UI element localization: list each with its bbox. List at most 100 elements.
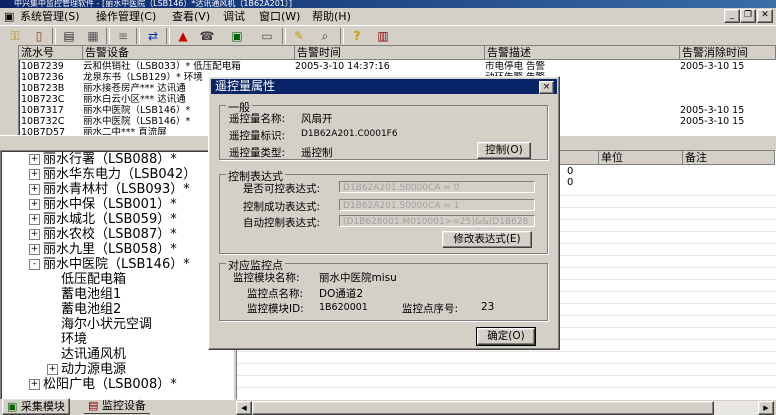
type-label: 遥控量类型: xyxy=(229,147,286,159)
controllable-expression-field[interactable]: D1B62A201.S0000CA = 0 xyxy=(339,181,535,193)
tree-node[interactable]: + 动力源电源 xyxy=(47,362,126,377)
pencil-icon[interactable]: ✎ xyxy=(288,28,310,44)
tree-node-label: 蓄电池组2 xyxy=(61,302,122,317)
tree-node[interactable]: 蓄电池组1 xyxy=(61,287,121,302)
module-icon: ▣ xyxy=(7,400,18,413)
restore-icon[interactable]: ❐ xyxy=(740,9,756,23)
modify-expression-button[interactable]: 修改表达式(E) xyxy=(442,231,532,248)
alarm-cell: 10B7239 xyxy=(21,61,64,72)
door-icon[interactable]: ▯ xyxy=(28,28,50,44)
expand-icon[interactable]: + xyxy=(29,379,40,390)
help-icon[interactable]: ? xyxy=(346,28,368,44)
alarm-row[interactable]: 10B7239 云和供销社（LSB033）* 低压配电箱 2005-3-10 14:… xyxy=(19,61,776,72)
alarm-bell-icon[interactable]: ▲ xyxy=(172,28,194,44)
alarm-col-clear-time[interactable]: 告警消除时间 xyxy=(680,46,776,60)
dialog-close-icon[interactable]: × xyxy=(539,81,554,94)
expand-icon[interactable]: + xyxy=(29,244,40,255)
expand-icon[interactable]: + xyxy=(29,154,40,165)
tree-node[interactable]: + 松阳广电（LSB008）* xyxy=(29,377,177,392)
module-id-value: 1B620001 xyxy=(319,302,368,313)
menu-view[interactable]: 查看(V) xyxy=(172,9,210,24)
remote-control-properties-dialog: 遥控量属性 × 一般 遥控量名称: 风扇开 遥控量标识: D1B62A201.C… xyxy=(208,76,560,350)
computer-icon[interactable]: ▭ xyxy=(256,28,278,44)
name-value: 风扇开 xyxy=(301,113,333,125)
minimize-icon[interactable]: _ xyxy=(724,9,740,23)
control-button[interactable]: 控制(O) xyxy=(477,142,531,159)
tab-monitor-device[interactable]: ▤ 监控设备 xyxy=(84,398,150,414)
tree-node-label: 丽水中医院（LSB146）* xyxy=(43,257,190,272)
menu-window[interactable]: 窗口(W) xyxy=(259,9,300,24)
point-col-note[interactable]: 备注 xyxy=(683,151,775,165)
alarm-col-desc[interactable]: 告警描述 xyxy=(485,46,680,60)
point-seq-value: 23 xyxy=(481,301,495,313)
tree-node-label: 环境 xyxy=(61,332,88,347)
network-icon[interactable]: ⇄ xyxy=(142,28,164,44)
key-icon[interactable]: ⚿ xyxy=(4,28,26,44)
menu-help[interactable]: 帮助(H) xyxy=(312,9,351,24)
phone-icon[interactable]: ☎ xyxy=(196,28,218,44)
horizontal-scrollbar[interactable]: ◀ ▶ xyxy=(236,401,774,415)
tree-node-label: 丽水青林村（LSB093）* xyxy=(43,182,190,197)
device-icon: ▤ xyxy=(88,399,99,412)
card-icon[interactable]: ▣ xyxy=(226,28,248,44)
expand-icon[interactable]: + xyxy=(29,214,40,225)
device-tree: + 丽水行署（LSB088）* + 丽水华东电力（LSB042） + 丽水青林村（LSB0… xyxy=(0,150,234,400)
print-icon[interactable]: ▦ xyxy=(82,28,104,44)
tree-node[interactable]: + 丽水城北（LSB059）* xyxy=(29,212,177,227)
tree-node[interactable]: 达讯通风机 xyxy=(61,347,126,362)
tree-node[interactable]: + 丽水农校（LSB087）* xyxy=(29,227,177,242)
module-name-label: 监控模块名称: xyxy=(233,272,300,284)
tree-node-label: 动力源电源 xyxy=(61,362,127,377)
tree-node-label: 松阳广电（LSB008）* xyxy=(43,377,177,392)
scroll-right-icon[interactable]: ▶ xyxy=(758,401,774,415)
ok-button[interactable]: 确定(O) xyxy=(476,327,536,346)
auto-expression-field[interactable]: (D1B628001.M010001>=25)&&(D1B628 xyxy=(339,215,535,227)
module-id-label: 监控模块ID: xyxy=(247,303,304,315)
name-label: 遥控量名称: xyxy=(229,113,286,125)
tree-node[interactable]: 环境 xyxy=(61,332,87,347)
expand-icon[interactable]: + xyxy=(29,199,40,210)
alarm-col-time[interactable]: 告警时间 xyxy=(295,46,485,60)
tree-node[interactable]: + 丽水九里（LSB058）* xyxy=(29,242,177,257)
type-value: 遥控制 xyxy=(301,147,333,159)
dialog-title-bar: 遥控量属性 × xyxy=(211,79,557,94)
alarm-col-serial[interactable]: 流水号 xyxy=(19,46,83,60)
menu-operation[interactable]: 操作管理(C) xyxy=(96,9,156,24)
tree-node[interactable]: - 丽水中医院（LSB146）* xyxy=(29,257,190,272)
tree-node-label: 丽水华东电力（LSB042） xyxy=(43,167,197,182)
alarm-cell: 10B732C xyxy=(21,116,65,127)
alarm-col-device[interactable]: 告警设备 xyxy=(83,46,295,60)
tree-node[interactable]: + 丽水行署（LSB088）* xyxy=(29,152,177,167)
point-col-unit[interactable]: 单位 xyxy=(599,151,683,165)
id-label: 遥控量标识: xyxy=(229,130,286,142)
tree-node-label: 丽水九里（LSB058）* xyxy=(43,242,177,257)
expand-icon[interactable]: + xyxy=(29,229,40,240)
scroll-left-icon[interactable]: ◀ xyxy=(236,401,252,415)
app-menu-icon[interactable]: ▣ xyxy=(4,9,14,24)
tree-node-label: 低压配电箱 xyxy=(61,272,127,287)
scroll-thumb[interactable] xyxy=(252,401,714,415)
alarm-cell: 2005-3-10 15 xyxy=(680,61,745,72)
menu-debug[interactable]: 调试 xyxy=(223,9,245,24)
alarm-cell: 云和供销社（LSB033）* 低压配电箱 xyxy=(83,61,241,72)
menu-system[interactable]: 系统管理(S) xyxy=(20,9,80,24)
expand-icon[interactable]: + xyxy=(29,184,40,195)
tree-node[interactable]: 海尔小状元空调 xyxy=(61,317,152,332)
controllable-label: 是否可控表达式: xyxy=(243,183,321,195)
tree-node[interactable]: + 丽水华东电力（LSB042） xyxy=(29,167,196,182)
expand-icon[interactable]: + xyxy=(29,169,40,180)
tree-node-label: 丽水行署（LSB088）* xyxy=(43,152,177,167)
tree-node[interactable]: 蓄电池组2 xyxy=(61,302,121,317)
search-icon[interactable]: ⌕ xyxy=(314,28,336,44)
save-icon[interactable]: ▤ xyxy=(58,28,80,44)
tab-collect-module[interactable]: ▣ 采集模块 xyxy=(2,398,70,415)
book-icon[interactable]: ▥ xyxy=(372,28,394,44)
collapse-icon[interactable]: - xyxy=(29,259,40,270)
tree-node[interactable]: + 丽水中保（LSB001）* xyxy=(29,197,177,212)
success-expression-field[interactable]: D1B62A201.S0000CA = 1 xyxy=(339,199,535,211)
expand-icon[interactable]: + xyxy=(47,364,58,375)
tree-node[interactable]: 低压配电箱 xyxy=(61,272,126,287)
close-icon[interactable]: ✕ xyxy=(757,9,773,23)
tree-node[interactable]: + 丽水青林村（LSB093）* xyxy=(29,182,190,197)
list-icon[interactable]: ≡ xyxy=(112,28,134,44)
